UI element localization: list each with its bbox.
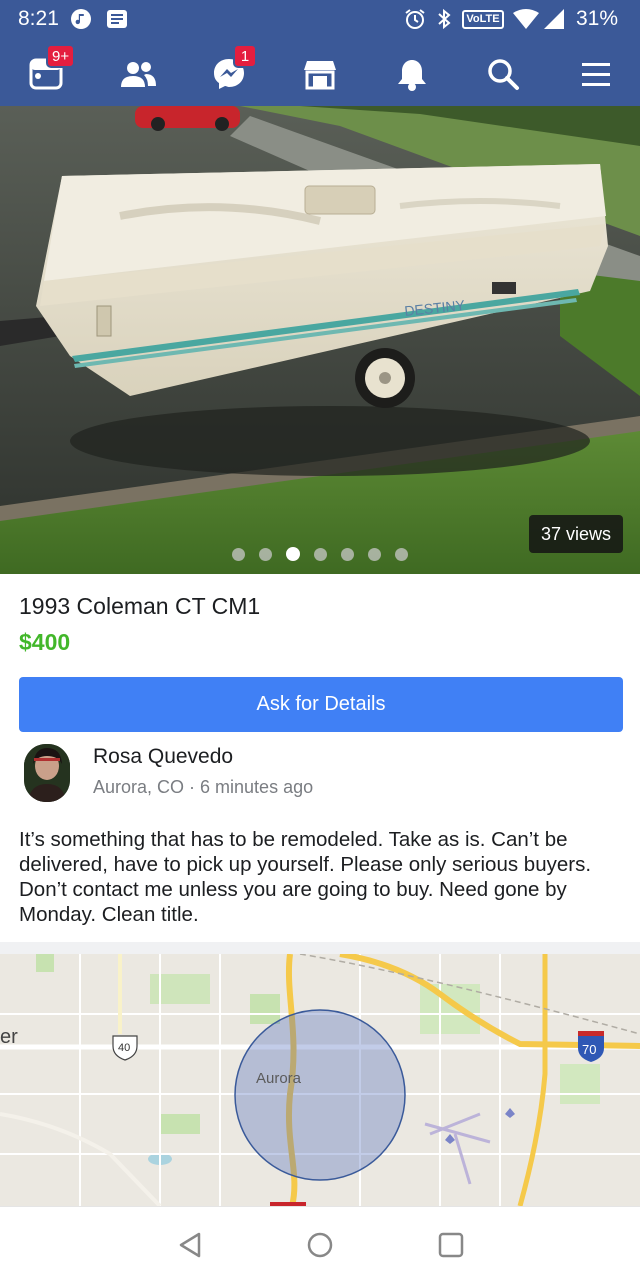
section-divider — [0, 942, 640, 954]
home-button[interactable] — [302, 1227, 338, 1263]
status-time: 8:21 — [18, 7, 59, 30]
battery-percent: 31% — [575, 7, 618, 30]
camper-photo: DESTINY — [0, 106, 640, 574]
pagination-dot[interactable] — [395, 547, 408, 561]
news-icon — [106, 8, 128, 35]
ask-for-details-button[interactable]: Ask for Details — [19, 677, 623, 732]
friends-icon — [121, 62, 156, 87]
recents-icon — [438, 1232, 464, 1258]
alarm-icon — [404, 8, 426, 35]
signal-icon — [542, 8, 566, 35]
nav-marketplace[interactable] — [298, 52, 342, 96]
pagination-dot[interactable] — [232, 547, 245, 561]
nav-notifications[interactable] — [390, 52, 434, 96]
nav-menu[interactable] — [574, 52, 618, 96]
music-icon — [70, 8, 92, 35]
bluetooth-icon — [434, 8, 454, 35]
nav-search[interactable] — [481, 52, 525, 96]
messenger-badge: 1 — [233, 44, 257, 68]
menu-icon — [582, 63, 610, 86]
nav-feed[interactable]: 9+ — [24, 44, 76, 96]
us-route-shield: 40 — [118, 1042, 131, 1054]
map-tiles — [0, 954, 640, 1206]
back-button[interactable] — [172, 1227, 208, 1263]
pagination-dot-active[interactable] — [286, 547, 300, 561]
location-map[interactable]: er 40 70 Aurora — [0, 954, 640, 1206]
pagination-dot[interactable] — [368, 547, 381, 561]
top-nav: 9+ 1 — [0, 40, 640, 106]
photo-pagination — [0, 546, 640, 562]
interstate-shield: 70 — [582, 1042, 597, 1057]
nav-messenger[interactable]: 1 — [207, 44, 257, 96]
listing-photo[interactable]: DESTINY 37 views — [0, 106, 640, 574]
pagination-dot[interactable] — [314, 547, 327, 561]
marketplace-icon — [304, 61, 336, 90]
listing-title: 1993 Coleman CT CM1 — [19, 593, 261, 619]
seller-avatar[interactable] — [24, 744, 70, 802]
map-city-label: Aurora — [256, 1070, 302, 1087]
seller-name[interactable]: Rosa Quevedo — [93, 745, 233, 769]
listing-description: It’s something that has to be remodeled.… — [19, 828, 592, 926]
search-icon — [488, 59, 519, 90]
notifications-icon — [398, 60, 426, 91]
pagination-dot[interactable] — [341, 547, 354, 561]
feed-badge: 9+ — [46, 44, 76, 68]
seller-location-time: Aurora, CO · 6 minutes ago — [93, 777, 314, 797]
pagination-dot[interactable] — [259, 547, 272, 561]
status-bar: 8:21 VoLTE 31% — [0, 0, 640, 40]
home-icon — [307, 1232, 333, 1258]
nav-friends[interactable] — [116, 52, 160, 96]
volte-badge: VoLTE — [462, 10, 504, 29]
recents-button[interactable] — [433, 1227, 469, 1263]
android-navigation-bar — [0, 1206, 640, 1280]
back-icon — [179, 1232, 201, 1258]
listing-price: $400 — [19, 629, 71, 655]
wifi-icon — [512, 8, 540, 35]
map-label-edge: er — [0, 1026, 18, 1048]
